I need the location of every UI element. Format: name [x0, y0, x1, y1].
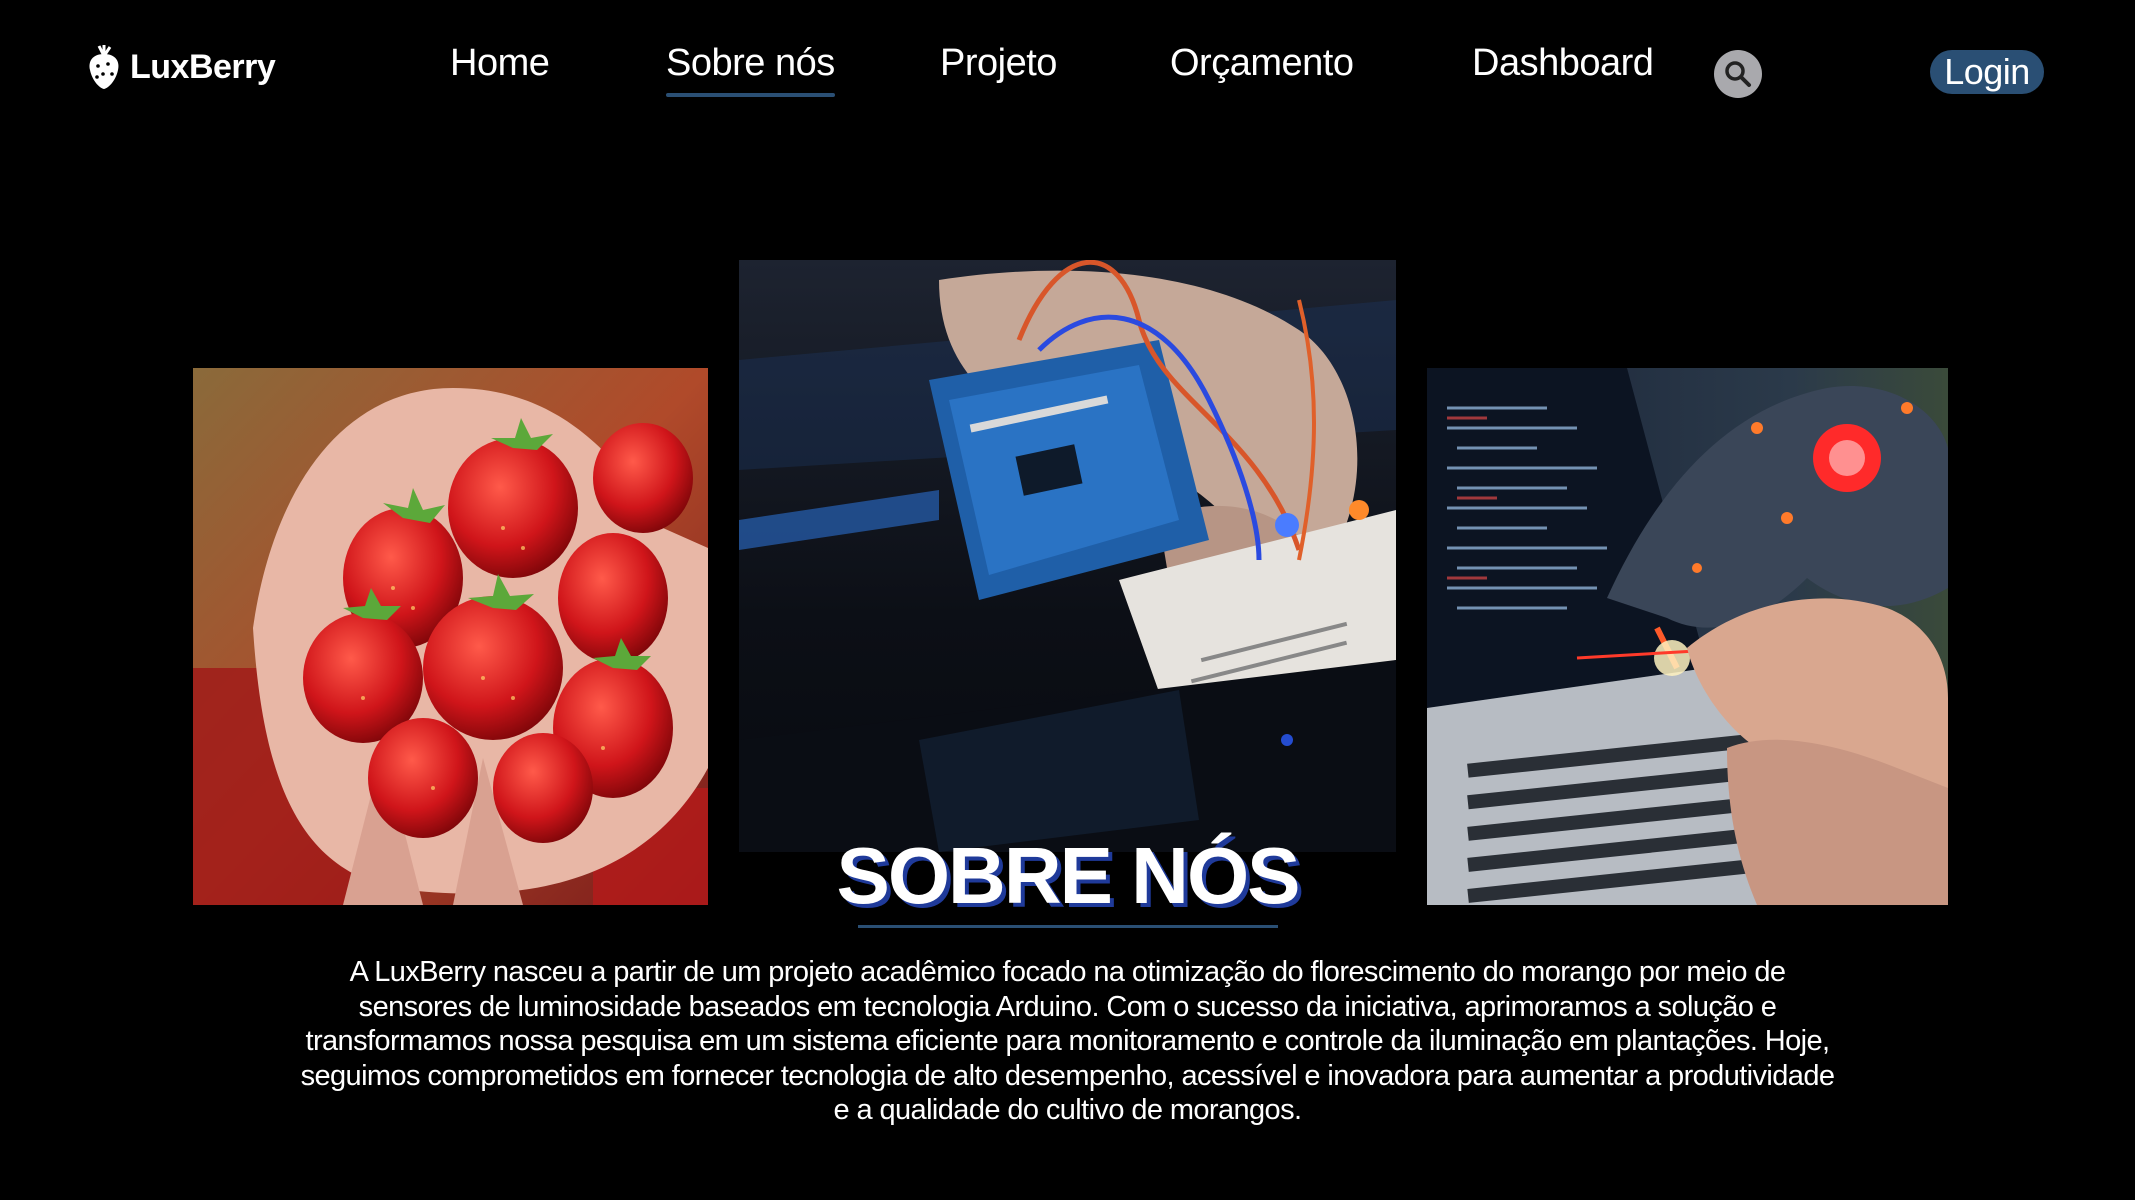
arduino-photo — [739, 260, 1396, 852]
brand-name: LuxBerry — [130, 47, 276, 86]
strawberries-photo — [193, 368, 708, 905]
search-button[interactable] — [1714, 50, 1762, 98]
nav-sobre-nos[interactable]: Sobre nós — [666, 42, 835, 97]
about-paragraph: A LuxBerry nasceu a partir de um projeto… — [300, 956, 1835, 1126]
login-button[interactable]: Login — [1930, 50, 2044, 94]
nav-dashboard[interactable]: Dashboard — [1472, 42, 1654, 85]
search-icon — [1725, 61, 1751, 87]
strawberry-logo-icon — [89, 45, 119, 89]
brand-logo[interactable]: LuxBerry — [86, 44, 276, 90]
nav-orcamento[interactable]: Orçamento — [1170, 42, 1354, 85]
page-title: SOBRE NÓS — [836, 831, 1300, 920]
title-underline — [858, 925, 1278, 928]
robot-laptop-photo — [1427, 368, 1948, 905]
nav-home[interactable]: Home — [450, 42, 550, 85]
nav-projeto[interactable]: Projeto — [940, 42, 1057, 85]
